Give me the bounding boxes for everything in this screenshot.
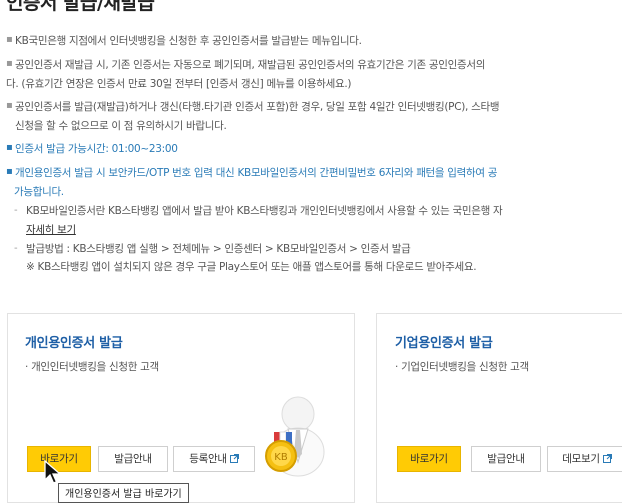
corporate-demo-button[interactable]: 데모보기 bbox=[547, 446, 622, 472]
personal-register-button[interactable]: 등록안내 bbox=[173, 446, 255, 472]
detail-link[interactable]: 자세히 보기 bbox=[26, 222, 76, 237]
tooltip: 개인용인증서 발급 바로가기 bbox=[58, 483, 189, 503]
notice-item-mobile: 개인용인증서 발급 시 보안카드/OTP 번호 입력 대신 KB모바일인증서의 … bbox=[15, 167, 498, 179]
notice-item-cont: 다. (유효기간 연장은 인증서 만료 30일 전부터 [인증서 갱신] 메뉴를… bbox=[6, 78, 352, 90]
corporate-cert-desc: · 기업인터넷뱅킹을 신청한 고객 bbox=[395, 361, 529, 373]
notice-item-hours: 인증서 발급 가능시간: 01:00~23:00 bbox=[15, 143, 178, 155]
external-link-icon bbox=[602, 454, 612, 463]
bullet-icon: ▪ bbox=[6, 142, 13, 153]
notice-item: 공인인증서를 발급(재발급)하거나 갱신(타행.타기관 인증서 포함)한 경우,… bbox=[15, 101, 500, 113]
personal-cert-title: 개인용인증서 발급 bbox=[25, 336, 123, 351]
external-link-icon bbox=[229, 454, 239, 463]
bullet-icon: ▪ bbox=[6, 34, 13, 45]
notice-item-cont: 가능합니다. bbox=[14, 186, 64, 198]
personal-cert-desc: · 개인인터넷뱅킹을 신청한 고객 bbox=[25, 361, 159, 373]
register-label: 등록안내 bbox=[189, 453, 227, 465]
mobile-cert-desc: KB모바일인증서란 KB스타뱅킹 앱에서 발급 받아 KB스타뱅킹과 개인인터넷… bbox=[26, 205, 503, 217]
bullet-icon: ▪ bbox=[6, 100, 13, 111]
mouse-cursor-icon bbox=[44, 460, 62, 484]
bullet-icon: ▪ bbox=[6, 58, 13, 69]
svg-text:KB: KB bbox=[274, 452, 288, 463]
corporate-go-button[interactable]: 바로가기 bbox=[397, 446, 461, 472]
notice-item-cont: 신청을 할 수 없으므로 이 점 유의하시기 바랍니다. bbox=[15, 120, 227, 132]
certificate-mascot-icon: KB bbox=[265, 396, 325, 477]
demo-label: 데모보기 bbox=[562, 453, 600, 465]
issue-method-note: ※ KB스타뱅킹 앱이 설치되지 않은 경우 구글 Play스토어 또는 애플 … bbox=[26, 261, 477, 273]
notice-item: KB국민은행 지점에서 인터넷뱅킹을 신청한 후 공인인증서를 발급받는 메뉴입… bbox=[15, 35, 362, 47]
corporate-guide-button[interactable]: 발급안내 bbox=[471, 446, 541, 472]
bullet-icon: ▪ bbox=[6, 166, 13, 177]
corporate-cert-card: 기업용인증서 발급 · 기업인터넷뱅킹을 신청한 고객 바로가기 발급안내 데모… bbox=[376, 313, 622, 503]
page-title: 인증서 발급/재발급 bbox=[6, 0, 155, 14]
corporate-cert-title: 기업용인증서 발급 bbox=[395, 336, 493, 351]
issue-method: 발급방법 : KB스타뱅킹 앱 실행 > 전체메뉴 > 인증센터 > KB모바일… bbox=[26, 243, 411, 255]
notice-item: 공인인증서 재발급 시, 기존 인증서는 자동으로 폐기되며, 재발급된 공인인… bbox=[15, 59, 486, 71]
personal-guide-button[interactable]: 발급안내 bbox=[98, 446, 168, 472]
